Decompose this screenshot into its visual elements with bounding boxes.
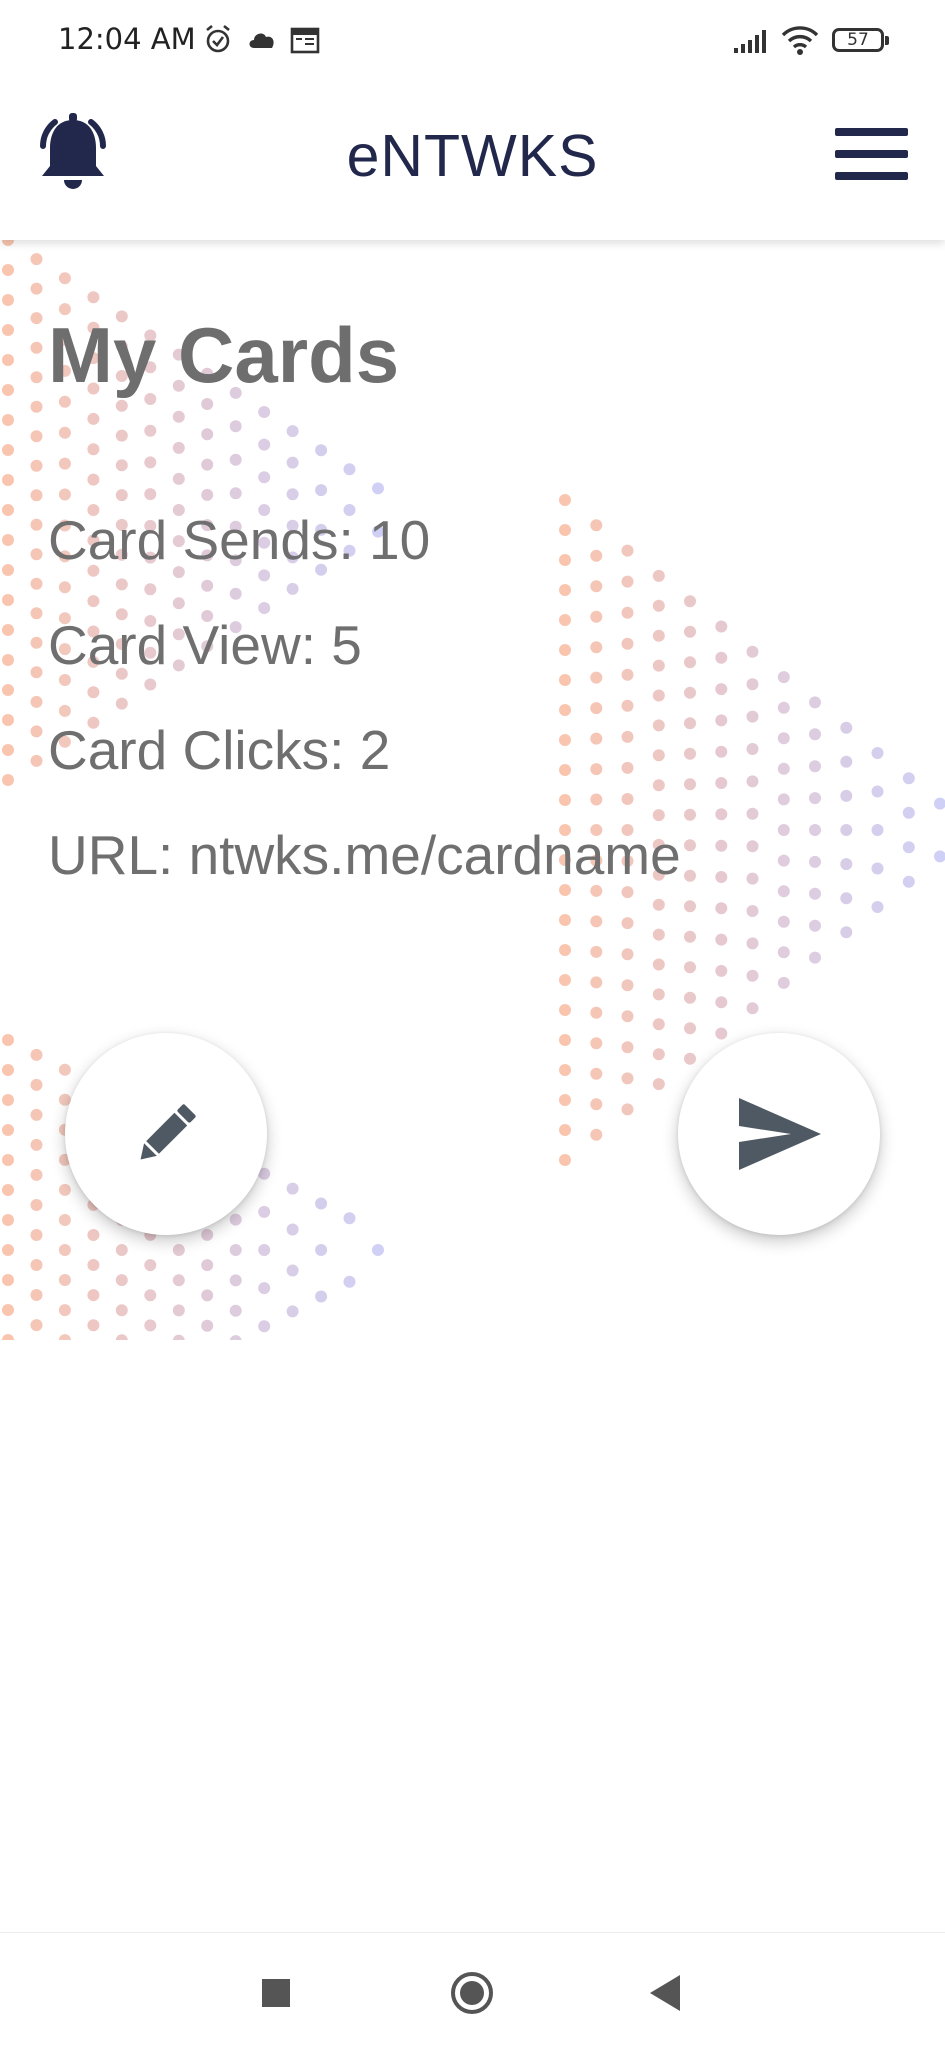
app-title: eNTWKS	[346, 123, 599, 189]
back-triangle-icon[interactable]	[648, 1975, 682, 2011]
recents-square-icon[interactable]	[262, 1979, 290, 2007]
alarm-icon	[206, 24, 230, 53]
pencil-icon	[140, 1104, 196, 1160]
home-circle-icon[interactable]	[450, 1971, 494, 2015]
card-sends-stat: Card Sends: 10	[48, 509, 431, 571]
battery-icon: 57	[832, 28, 889, 52]
calendar-icon	[290, 27, 320, 54]
page-title: My Cards	[48, 311, 400, 399]
status-time: 12:04 AM	[58, 22, 196, 56]
send-icon	[739, 1098, 821, 1170]
send-card-button[interactable]	[678, 1033, 880, 1235]
signal-icon	[734, 30, 766, 53]
hamburger-menu-icon[interactable]	[835, 128, 910, 180]
battery-level: 57	[847, 30, 869, 50]
status-bar: 12:04 AM 57	[0, 0, 945, 80]
card-views-stat: Card View: 5	[48, 614, 362, 676]
wifi-icon	[781, 26, 819, 55]
edit-card-button[interactable]	[65, 1033, 267, 1235]
app-bar: eNTWKS	[0, 80, 945, 240]
cloud-icon	[249, 33, 274, 48]
card-clicks-stat: Card Clicks: 2	[48, 719, 391, 781]
system-navigation-bar	[0, 1932, 945, 2049]
card-url: URL: ntwks.me/cardname	[48, 824, 681, 886]
